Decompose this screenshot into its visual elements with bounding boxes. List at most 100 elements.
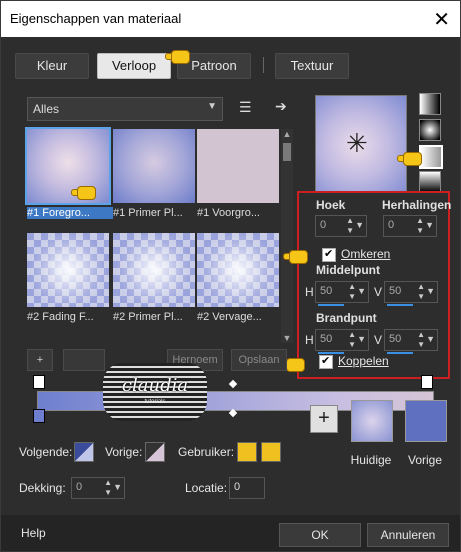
scrollbar-thumb[interactable] bbox=[283, 143, 291, 161]
vorige-label: Vorige: bbox=[105, 445, 143, 459]
stepper-icon[interactable]: ▲ ▼ bbox=[416, 216, 424, 236]
gradient-thumb[interactable]: #2 Fading F... bbox=[27, 233, 109, 323]
dekking-label: Dekking: bbox=[19, 481, 66, 495]
chevron-down-icon[interactable]: ▼ bbox=[426, 334, 435, 344]
brandpunt-h-value: 50 bbox=[320, 333, 333, 345]
linear-gradient-type-icon[interactable] bbox=[419, 93, 441, 115]
checkmark-icon: ✔ bbox=[321, 355, 331, 367]
opacity-stop-handle[interactable] bbox=[33, 375, 45, 389]
stepper-icon[interactable]: ▲ ▼ bbox=[417, 330, 425, 350]
delete-gradient-button[interactable] bbox=[63, 349, 105, 371]
dialog-content: Kleur Verloop Patroon Textuur Alles ▼ ☰ … bbox=[1, 37, 460, 551]
omkeren-checkbox[interactable]: ✔ bbox=[322, 248, 336, 262]
gradient-thumb-label: #2 Primer Pl... bbox=[113, 311, 183, 323]
stepper-icon[interactable]: ▲ ▼ bbox=[346, 216, 354, 236]
add-to-swatches-button[interactable]: + bbox=[310, 405, 338, 433]
chevron-down-icon[interactable]: ▼ bbox=[355, 220, 364, 230]
stepper-icon[interactable]: ▲ ▼ bbox=[348, 330, 356, 350]
locatie-input[interactable]: 0 bbox=[229, 477, 265, 499]
herhalingen-value: 0 bbox=[388, 219, 395, 231]
save-gradient-button[interactable]: Opslaan bbox=[231, 349, 287, 371]
tab-kleur[interactable]: Kleur bbox=[15, 53, 89, 79]
gradient-thumb[interactable]: #1 Foregro... bbox=[25, 127, 113, 219]
gradient-thumb-label: #1 Foregro... bbox=[27, 207, 113, 219]
pointer-hand-icon bbox=[71, 185, 96, 200]
middelpunt-v-label: V bbox=[374, 285, 383, 299]
stepper-icon[interactable]: ▲ ▼ bbox=[104, 478, 112, 498]
watermark-logo: claudia tutorials bbox=[103, 363, 207, 421]
pointer-hand-icon bbox=[283, 249, 308, 264]
brandpunt-v-input[interactable]: 50 ▲ ▼ ▼ bbox=[384, 329, 438, 354]
close-icon[interactable]: ✕ bbox=[433, 7, 450, 32]
locatie-label: Locatie: bbox=[185, 481, 228, 495]
tab-verloop[interactable]: Verloop bbox=[97, 53, 171, 79]
chevron-down-icon: ▼ bbox=[207, 101, 217, 112]
herhalingen-label: Herhalingen bbox=[382, 198, 452, 212]
chevron-down-icon[interactable]: ▼ bbox=[357, 334, 366, 344]
gradient-thumb[interactable]: #1 Primer Pl... bbox=[113, 129, 195, 219]
watermark-sub: tutorials bbox=[144, 399, 166, 405]
color-stop-handle[interactable] bbox=[33, 409, 45, 423]
category-dropdown[interactable]: Alles ▼ bbox=[27, 97, 223, 121]
watermark-name: claudia bbox=[121, 375, 189, 396]
omkeren-label: Omkeren bbox=[341, 247, 391, 261]
stepper-icon[interactable]: ▲ ▼ bbox=[417, 282, 425, 302]
brandpunt-h-input[interactable]: 50 ▲ ▼ ▼ bbox=[315, 329, 369, 354]
herhalingen-input[interactable]: 0 ▲ ▼ ▼ bbox=[383, 215, 437, 237]
gebruiker-color-swatch-2[interactable] bbox=[261, 442, 281, 462]
middelpunt-v-input[interactable]: 50 ▲ ▼ ▼ bbox=[384, 281, 438, 306]
category-value: Alles bbox=[33, 102, 60, 116]
help-link[interactable]: Help bbox=[21, 526, 46, 540]
thumbnail-scrollbar[interactable]: ▲ ▼ bbox=[281, 129, 293, 343]
hoek-value: 0 bbox=[320, 219, 327, 231]
koppelen-checkbox[interactable]: ✔ bbox=[319, 355, 333, 369]
brandpunt-v-value: 50 bbox=[389, 333, 402, 345]
chevron-down-icon[interactable]: ▼ bbox=[113, 482, 122, 492]
radial-gradient-type-icon[interactable] bbox=[419, 171, 441, 193]
dekking-input[interactable]: 0 ▲ ▼ ▼ bbox=[71, 477, 125, 499]
middelpunt-v-value: 50 bbox=[389, 285, 402, 297]
vorige-color-preview[interactable] bbox=[405, 400, 447, 442]
title-bar: Eigenschappen van materiaal ✕ bbox=[1, 1, 460, 37]
gradient-thumb[interactable]: #1 Voorgro... bbox=[197, 129, 279, 219]
vorige-color-swatch[interactable] bbox=[145, 442, 165, 462]
volgende-color-swatch[interactable] bbox=[74, 442, 94, 462]
gradient-thumb[interactable]: #2 Primer Pl... bbox=[113, 233, 195, 323]
pointer-hand-icon bbox=[165, 49, 190, 64]
chevron-down-icon[interactable]: ▼ bbox=[426, 286, 435, 296]
huidige-color-swatch[interactable] bbox=[351, 400, 393, 442]
hoek-input[interactable]: 0 ▲ ▼ ▼ bbox=[315, 215, 367, 237]
chevron-down-icon[interactable]: ▼ bbox=[357, 286, 366, 296]
gradient-preview bbox=[27, 233, 109, 307]
gradient-preview bbox=[113, 233, 195, 307]
chevron-down-icon[interactable]: ▼ bbox=[425, 220, 434, 230]
brandpunt-h-label: H bbox=[305, 333, 314, 347]
brandpunt-v-label: V bbox=[374, 333, 383, 347]
gradient-preview-large[interactable]: ✳ bbox=[315, 95, 407, 193]
stepper-icon[interactable]: ▲ ▼ bbox=[348, 282, 356, 302]
gebruiker-color-swatch[interactable] bbox=[237, 442, 257, 462]
gradient-preview bbox=[197, 129, 279, 203]
opacity-midpoint-handle[interactable] bbox=[228, 379, 238, 389]
scroll-up-icon[interactable]: ▲ bbox=[281, 129, 293, 139]
scroll-down-icon[interactable]: ▼ bbox=[281, 333, 293, 343]
vorige-preview-label: Vorige bbox=[407, 453, 443, 467]
value-indicator bbox=[387, 352, 413, 354]
add-gradient-button[interactable]: + bbox=[27, 349, 53, 371]
ok-button[interactable]: OK bbox=[279, 523, 361, 547]
rectangular-gradient-type-icon[interactable] bbox=[419, 119, 441, 141]
arrow-right-icon[interactable]: ➔ bbox=[275, 98, 287, 115]
opacity-stop-handle[interactable] bbox=[421, 375, 433, 389]
cancel-button[interactable]: Annuleren bbox=[367, 523, 449, 547]
gradient-preview bbox=[113, 129, 195, 203]
tab-textuur[interactable]: Textuur bbox=[275, 53, 349, 79]
gradient-thumb[interactable]: #2 Vervage... bbox=[197, 233, 279, 323]
gradient-thumb-label: #1 Primer Pl... bbox=[113, 207, 183, 219]
locatie-value: 0 bbox=[234, 481, 241, 493]
middelpunt-h-value: 50 bbox=[320, 285, 333, 297]
gradient-thumb-label: #1 Voorgro... bbox=[197, 207, 260, 219]
list-view-icon[interactable]: ☰ bbox=[239, 99, 252, 116]
middelpunt-h-input[interactable]: 50 ▲ ▼ ▼ bbox=[315, 281, 369, 306]
sunburst-gradient-type-icon[interactable] bbox=[419, 145, 443, 169]
gradient-thumb-label: #2 Fading F... bbox=[27, 311, 94, 323]
